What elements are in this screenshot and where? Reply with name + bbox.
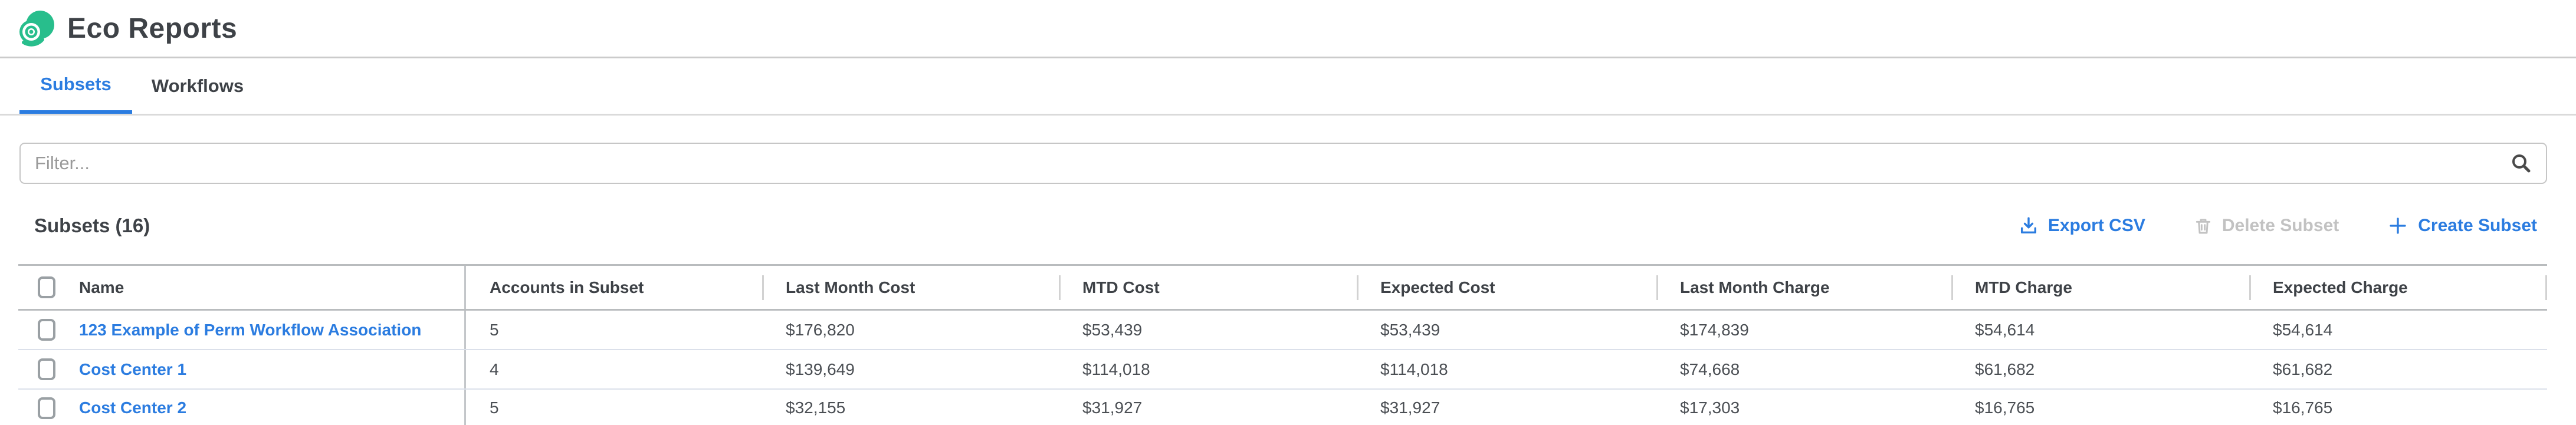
- section-heading: Subsets (16): [34, 215, 150, 237]
- plus-icon: [2387, 215, 2408, 236]
- cell-last-month-charge: $174,839: [1656, 311, 1951, 349]
- cell-mtd-cost: $53,439: [1059, 311, 1357, 349]
- row-name-cell: 123 Example of Perm Workflow Association: [18, 311, 466, 349]
- section-bar: Subsets (16) Export CSV Delete Subset Cr…: [19, 207, 2537, 244]
- column-header: Last Month Cost: [786, 278, 915, 297]
- filter-container: [19, 143, 2547, 184]
- cell-expected-cost: $114,018: [1357, 350, 1656, 388]
- cell-expected-charge: $54,614: [2249, 311, 2547, 349]
- export-csv-label: Export CSV: [2048, 216, 2145, 236]
- cell-last-month-charge: $74,668: [1656, 350, 1951, 388]
- cell-mtd-cost: $114,018: [1059, 350, 1357, 388]
- row-checkbox[interactable]: [38, 397, 55, 419]
- column-header: Expected Charge: [2273, 278, 2408, 297]
- cell-expected-charge: $61,682: [2249, 350, 2547, 388]
- cell-mtd-charge: $54,614: [1951, 311, 2249, 349]
- cell-mtd-cost: $31,927: [1059, 390, 1357, 425]
- cell-expected-charge: $16,765: [2249, 390, 2547, 425]
- cell-last-month-cost: $139,649: [762, 350, 1059, 388]
- create-subset-label: Create Subset: [2418, 216, 2537, 236]
- tab-subsets-label: Subsets: [40, 74, 111, 95]
- subset-name-link[interactable]: Cost Center 1: [79, 360, 186, 379]
- search-icon: [2511, 153, 2532, 174]
- header-cell-mtd-charge: MTD Charge: [1951, 266, 2249, 309]
- header-cell-last-month-cost: Last Month Cost: [762, 266, 1059, 309]
- table-actions: Export CSV Delete Subset Create Subset: [2019, 215, 2537, 236]
- create-subset-button[interactable]: Create Subset: [2387, 215, 2537, 236]
- subsets-table: Name Accounts in Subset Last Month Cost …: [18, 264, 2547, 425]
- column-header: Last Month Charge: [1680, 278, 1830, 297]
- row-checkbox[interactable]: [38, 358, 55, 380]
- table-row: Cost Center 2 5 $32,155 $31,927 $31,927 …: [18, 390, 2547, 425]
- row-name-cell: Cost Center 1: [18, 350, 466, 388]
- app-header: Eco Reports: [0, 0, 2576, 58]
- download-icon: [2019, 216, 2039, 236]
- cell-accounts: 4: [466, 350, 762, 388]
- cell-mtd-charge: $61,682: [1951, 350, 2249, 388]
- column-header: Name: [79, 278, 124, 297]
- delete-subset-label: Delete Subset: [2222, 216, 2339, 236]
- cell-expected-cost: $53,439: [1357, 311, 1656, 349]
- cell-last-month-cost: $176,820: [762, 311, 1059, 349]
- cell-mtd-charge: $16,765: [1951, 390, 2249, 425]
- subset-name-link[interactable]: 123 Example of Perm Workflow Association: [79, 321, 421, 340]
- header-cell-mtd-cost: MTD Cost: [1059, 266, 1357, 309]
- table-header-row: Name Accounts in Subset Last Month Cost …: [18, 266, 2547, 311]
- column-header: Accounts in Subset: [490, 278, 644, 297]
- header-cell-accounts: Accounts in Subset: [466, 266, 762, 309]
- column-header: Expected Cost: [1380, 278, 1495, 297]
- subset-name-link[interactable]: Cost Center 2: [79, 398, 186, 417]
- column-header: MTD Cost: [1082, 278, 1160, 297]
- trash-icon: [2194, 216, 2213, 236]
- header-cell-expected-cost: Expected Cost: [1357, 266, 1656, 309]
- eco-logo-icon: [17, 9, 54, 47]
- tab-workflows[interactable]: Workflows: [132, 58, 263, 114]
- cell-expected-cost: $31,927: [1357, 390, 1656, 425]
- header-cell-expected-charge: Expected Charge: [2249, 266, 2547, 309]
- column-header: MTD Charge: [1975, 278, 2072, 297]
- tab-bar: Subsets Workflows: [0, 58, 2576, 116]
- cell-last-month-charge: $17,303: [1656, 390, 1951, 425]
- row-name-cell: Cost Center 2: [18, 390, 466, 425]
- tab-subsets[interactable]: Subsets: [19, 58, 132, 114]
- cell-last-month-cost: $32,155: [762, 390, 1059, 425]
- header-cell-last-month-charge: Last Month Charge: [1656, 266, 1951, 309]
- cell-accounts: 5: [466, 390, 762, 425]
- header-cell-name: Name: [18, 266, 466, 309]
- cell-accounts: 5: [466, 311, 762, 349]
- tab-workflows-label: Workflows: [152, 75, 244, 97]
- delete-subset-button[interactable]: Delete Subset: [2194, 216, 2339, 236]
- filter-input[interactable]: [19, 143, 2547, 184]
- table-row: 123 Example of Perm Workflow Association…: [18, 311, 2547, 350]
- page-title: Eco Reports: [67, 12, 237, 45]
- export-csv-button[interactable]: Export CSV: [2019, 216, 2145, 236]
- table-row: Cost Center 1 4 $139,649 $114,018 $114,0…: [18, 350, 2547, 390]
- row-checkbox[interactable]: [38, 319, 55, 341]
- select-all-checkbox[interactable]: [38, 276, 55, 298]
